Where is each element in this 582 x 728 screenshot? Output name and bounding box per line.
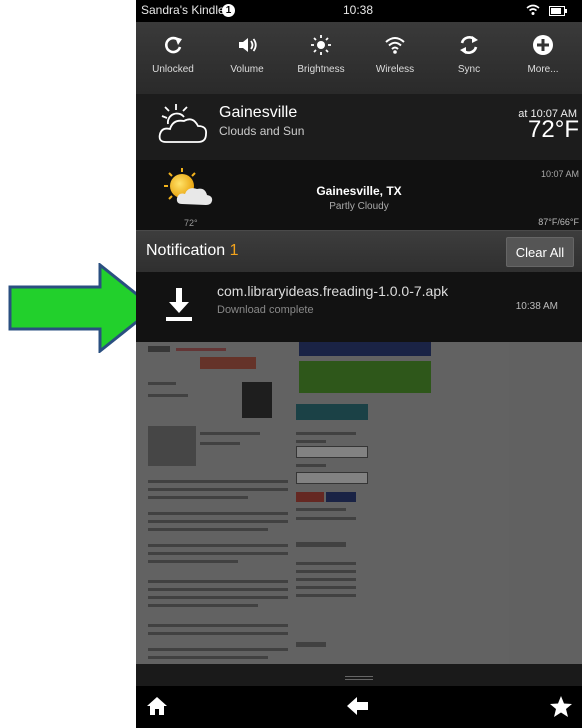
notification-name: com.libraryideas.freading-1.0.0-7.apk	[217, 283, 449, 299]
quick-setting-label: Unlocked	[152, 64, 194, 75]
clear-all-button[interactable]: Clear All	[506, 237, 574, 267]
weather-widget-secondary[interactable]: 72° Gainesville, TX Partly Cloudy 10:07 …	[136, 160, 582, 230]
brightness-icon	[311, 35, 331, 55]
dimmed-background-page	[136, 342, 582, 664]
weather-condition: Clouds and Sun	[219, 124, 305, 138]
weather-update-time: 10:07 AM	[540, 169, 579, 179]
sync-icon	[460, 36, 478, 54]
quick-setting-label: Wireless	[375, 64, 415, 75]
quick-setting-label: More...	[527, 64, 559, 75]
quick-settings-bar: Unlocked Volume Brightness Wireless Sync…	[136, 22, 582, 94]
quick-setting-label: Brightness	[297, 64, 345, 75]
quick-setting-more[interactable]: More...	[506, 22, 580, 94]
weather-small-temperature: 72°	[184, 218, 198, 228]
weather-widget[interactable]: Gainesville Clouds and Sun at 10:07 AM 7…	[136, 94, 582, 160]
weather-high-low: 87°F/66°F	[538, 217, 579, 227]
plus-icon	[533, 35, 553, 55]
kindle-screen: Sandra's Kindle 1 10:38 Unlocked Volume …	[136, 0, 582, 728]
notification-badge[interactable]: 1	[222, 4, 235, 17]
quick-setting-sync[interactable]: Sync	[432, 22, 506, 94]
quick-setting-label: Sync	[457, 64, 481, 75]
back-button[interactable]	[346, 696, 372, 718]
home-icon	[147, 697, 167, 715]
back-arrow-icon	[347, 697, 368, 715]
weather-city: Gainesville, TX	[316, 184, 402, 198]
home-button[interactable]	[146, 696, 172, 718]
quick-setting-volume[interactable]: Volume	[210, 22, 284, 94]
notification-title-text: Notification	[146, 242, 226, 259]
quick-setting-label: Volume	[230, 64, 264, 75]
notification-time: 10:38 AM	[515, 301, 558, 312]
notification-status: Download complete	[217, 304, 314, 316]
wifi-icon	[526, 4, 540, 15]
weather-temperature: 72°F	[528, 116, 579, 143]
device-name: Sandra's Kindle	[141, 3, 225, 17]
weather-city: Gainesville	[219, 104, 298, 121]
volume-icon	[239, 38, 257, 52]
clouds-and-sun-icon	[158, 104, 207, 143]
notification-header: Notification 1 Clear All	[136, 230, 582, 273]
notification-drawer-handle[interactable]	[136, 664, 582, 686]
clock: 10:38	[343, 3, 374, 17]
wireless-icon	[385, 37, 405, 54]
quick-setting-wireless[interactable]: Wireless	[358, 22, 432, 94]
notification-count: 1	[229, 242, 239, 259]
weather-condition: Partly Cloudy	[329, 201, 389, 212]
notification-title: Notification 1	[146, 242, 239, 260]
star-icon	[550, 696, 572, 717]
bottom-navigation-bar	[136, 686, 582, 728]
download-icon	[166, 288, 192, 321]
favorites-button[interactable]	[550, 696, 576, 718]
quick-setting-brightness[interactable]: Brightness	[284, 22, 358, 94]
battery-icon	[549, 6, 567, 16]
rotation-lock-icon	[165, 36, 182, 54]
status-bar: Sandra's Kindle 1 10:38	[136, 0, 582, 22]
drag-grip-icon	[345, 676, 373, 677]
quick-setting-unlocked[interactable]: Unlocked	[136, 22, 210, 94]
notification-item[interactable]: com.libraryideas.freading-1.0.0-7.apk Do…	[136, 272, 582, 342]
